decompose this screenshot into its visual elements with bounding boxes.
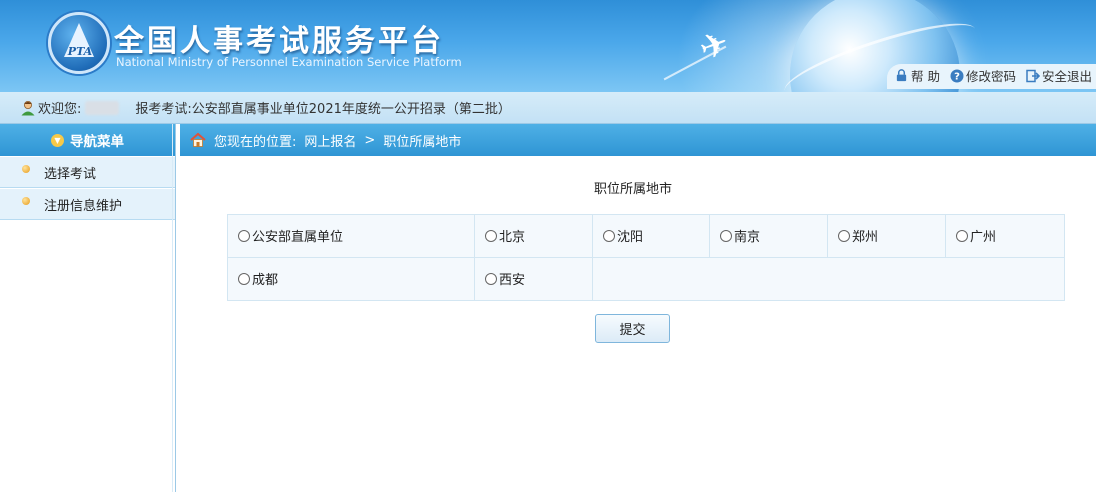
radio-option-guangzhou[interactable]: 广州 [956, 226, 996, 245]
svg-text:?: ? [954, 71, 960, 82]
exam-label: 报考考试: [135, 102, 192, 117]
table-cell: 西安 [474, 257, 593, 301]
help-link[interactable]: 帮 助 [895, 66, 940, 85]
table-cell: 郑州 [827, 214, 946, 258]
radio-button[interactable] [720, 229, 732, 242]
pta-logo: PTA [48, 12, 110, 74]
welcome-bar: 欢迎您: 报考考试: 公安部直属事业单位2021年度统一公开招录（第二批） [0, 92, 1096, 124]
radio-label: 成都 [252, 273, 279, 289]
table-cell-empty [592, 257, 1065, 301]
welcome-greeting: 欢迎您: [38, 102, 82, 117]
site-title: 全国人事考试服务平台 [114, 24, 444, 59]
exam-name: 公安部直属事业单位2021年度统一公开招录（第二批） [191, 102, 511, 117]
breadcrumb-prefix: 您现在的位置: [214, 134, 297, 150]
main-content: 职位所属地市 公安部直属单位 北京 沈阳 南京 郑州 广州 成都 西安 提交 [180, 156, 1096, 492]
radio-label: 南京 [734, 230, 761, 246]
radio-button[interactable] [238, 229, 250, 242]
sidebar-item-label: 注册信息维护 [44, 198, 123, 214]
site-subtitle: National Ministry of Personnel Examinati… [116, 55, 462, 69]
city-options-table: 公安部直属单位 北京 沈阳 南京 郑州 广州 成都 西安 [227, 214, 1065, 301]
radio-button[interactable] [238, 272, 250, 285]
user-icon [20, 100, 36, 116]
bullet-icon [22, 197, 30, 205]
radio-label: 公安部直属单位 [252, 230, 344, 246]
radio-button[interactable] [485, 229, 497, 242]
logout-label: 安全退出 [1041, 69, 1092, 84]
radio-label: 广州 [970, 230, 997, 246]
logout-link[interactable]: 安全退出 [1026, 66, 1092, 85]
radio-label: 沈阳 [617, 230, 644, 246]
chevron-down-icon: ▼ [51, 133, 64, 147]
section-title: 职位所属地市 [593, 182, 672, 197]
table-cell: 南京 [709, 214, 828, 258]
top-links: 帮 助 ? 修改密码 安全退出 [886, 64, 1096, 89]
username-redacted [85, 100, 120, 115]
table-row: 成都 西安 [227, 257, 1065, 301]
sidebar-item-select-exam[interactable]: 选择考试 [0, 157, 175, 188]
table-cell: 广州 [945, 214, 1065, 258]
table-row: 公安部直属单位 北京 沈阳 南京 郑州 广州 [227, 214, 1065, 258]
radio-option-mps-direct[interactable]: 公安部直属单位 [238, 226, 343, 245]
home-icon [190, 132, 206, 148]
radio-button[interactable] [956, 229, 968, 242]
radio-option-xian[interactable]: 西安 [485, 269, 525, 288]
radio-label: 西安 [499, 273, 526, 289]
question-icon: ? [950, 69, 964, 83]
table-cell: 沈阳 [592, 214, 710, 258]
radio-button[interactable] [603, 229, 615, 242]
radio-option-zhengzhou[interactable]: 郑州 [838, 226, 878, 245]
bullet-icon [22, 165, 30, 173]
nav-menu-header[interactable]: ▼ 导航菜单 [0, 124, 175, 156]
help-link-label: 帮 助 [910, 69, 940, 84]
radio-option-beijing[interactable]: 北京 [485, 226, 525, 245]
radio-option-shenyang[interactable]: 沈阳 [603, 226, 643, 245]
change-password-link[interactable]: ? 修改密码 [950, 66, 1016, 85]
breadcrumb-separator: > [364, 132, 376, 148]
radio-button[interactable] [485, 272, 497, 285]
table-cell: 成都 [227, 257, 475, 301]
radio-label: 北京 [499, 230, 526, 246]
radio-option-nanjing[interactable]: 南京 [720, 226, 760, 245]
breadcrumb: 您现在的位置: 网上报名 > 职位所属地市 [180, 124, 1096, 156]
change-password-label: 修改密码 [965, 69, 1016, 84]
radio-label: 郑州 [852, 230, 879, 246]
nav-menu-label: 导航菜单 [70, 134, 124, 150]
site-header: ✈ PTA 全国人事考试服务平台 National Ministry of Pe… [0, 0, 1096, 92]
submit-button[interactable]: 提交 [595, 314, 670, 343]
exit-icon [1026, 69, 1040, 83]
table-cell: 北京 [474, 214, 593, 258]
breadcrumb-online-registration[interactable]: 网上报名 [304, 131, 356, 150]
breadcrumb-current: 职位所属地市 [383, 134, 462, 150]
radio-button[interactable] [838, 229, 850, 242]
lock-icon [895, 69, 909, 83]
radio-option-chengdu[interactable]: 成都 [238, 269, 278, 288]
sidebar-item-registration-info[interactable]: 注册信息维护 [0, 189, 175, 220]
logo-text: PTA [67, 45, 93, 58]
table-cell: 公安部直属单位 [227, 214, 475, 258]
sidebar-item-label: 选择考试 [44, 166, 97, 182]
sidebar: ▼ 导航菜单 选择考试 注册信息维护 [0, 124, 176, 492]
